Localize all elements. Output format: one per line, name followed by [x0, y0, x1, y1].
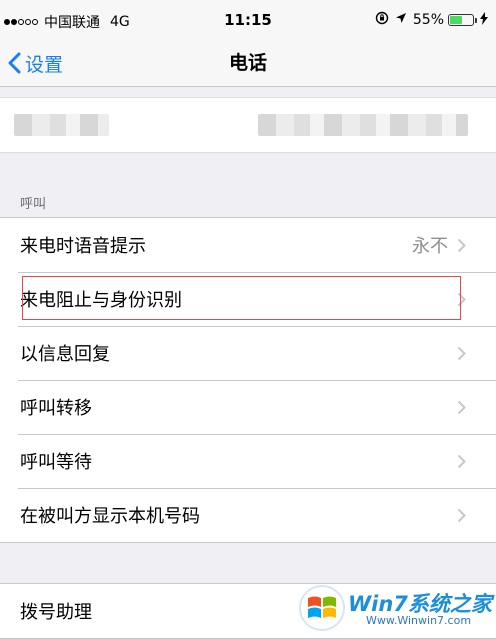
blurred-number-value — [258, 114, 468, 136]
battery-icon — [448, 14, 477, 26]
chevron-right-icon — [457, 238, 466, 253]
charging-bolt-icon — [480, 11, 488, 29]
row-label: 呼叫转移 — [20, 398, 92, 419]
row-label: 拨号助理 — [20, 602, 92, 623]
page-title: 电话 — [228, 52, 267, 74]
chevron-right-icon — [457, 454, 466, 469]
my-number-cell[interactable] — [0, 97, 496, 153]
highlight-box — [22, 276, 461, 320]
watermark-url: Www.Winwin7.com — [366, 614, 472, 627]
row-value: 永不 — [412, 236, 448, 257]
status-bar: 中国联通 4G 11:15 55% — [0, 0, 496, 40]
row-respond-with-text[interactable]: 以信息回复 — [0, 326, 496, 380]
calls-settings-group: 来电时语音提示 永不 来电阻止与身份识别 以信息回复 呼叫转移 呼叫等待 在被叫… — [0, 217, 496, 543]
windows-logo-icon — [299, 585, 345, 631]
row-call-forwarding[interactable]: 呼叫转移 — [0, 380, 496, 434]
row-label: 呼叫等待 — [20, 452, 92, 473]
row-label: 在被叫方显示本机号码 — [20, 506, 200, 527]
row-call-waiting[interactable]: 呼叫等待 — [0, 434, 496, 488]
chevron-right-icon — [457, 508, 466, 523]
navigation-bar: 设置 电话 — [0, 40, 496, 87]
section-header-calls: 呼叫 — [20, 197, 47, 212]
watermark-logo: Win7系统之家 Www.Winwin7.com — [296, 580, 494, 634]
row-label: 来电时语音提示 — [20, 236, 146, 257]
location-arrow-icon — [395, 12, 407, 28]
row-announce-calls[interactable]: 来电时语音提示 永不 — [0, 218, 496, 272]
status-right: 55% — [375, 11, 488, 29]
chevron-right-icon — [457, 400, 466, 415]
orientation-lock-icon — [375, 11, 389, 29]
chevron-right-icon — [457, 346, 466, 361]
row-label: 以信息回复 — [20, 344, 110, 365]
blurred-number — [14, 114, 109, 136]
row-show-caller-id[interactable]: 在被叫方显示本机号码 — [0, 488, 496, 542]
battery-percent: 55% — [412, 12, 444, 28]
